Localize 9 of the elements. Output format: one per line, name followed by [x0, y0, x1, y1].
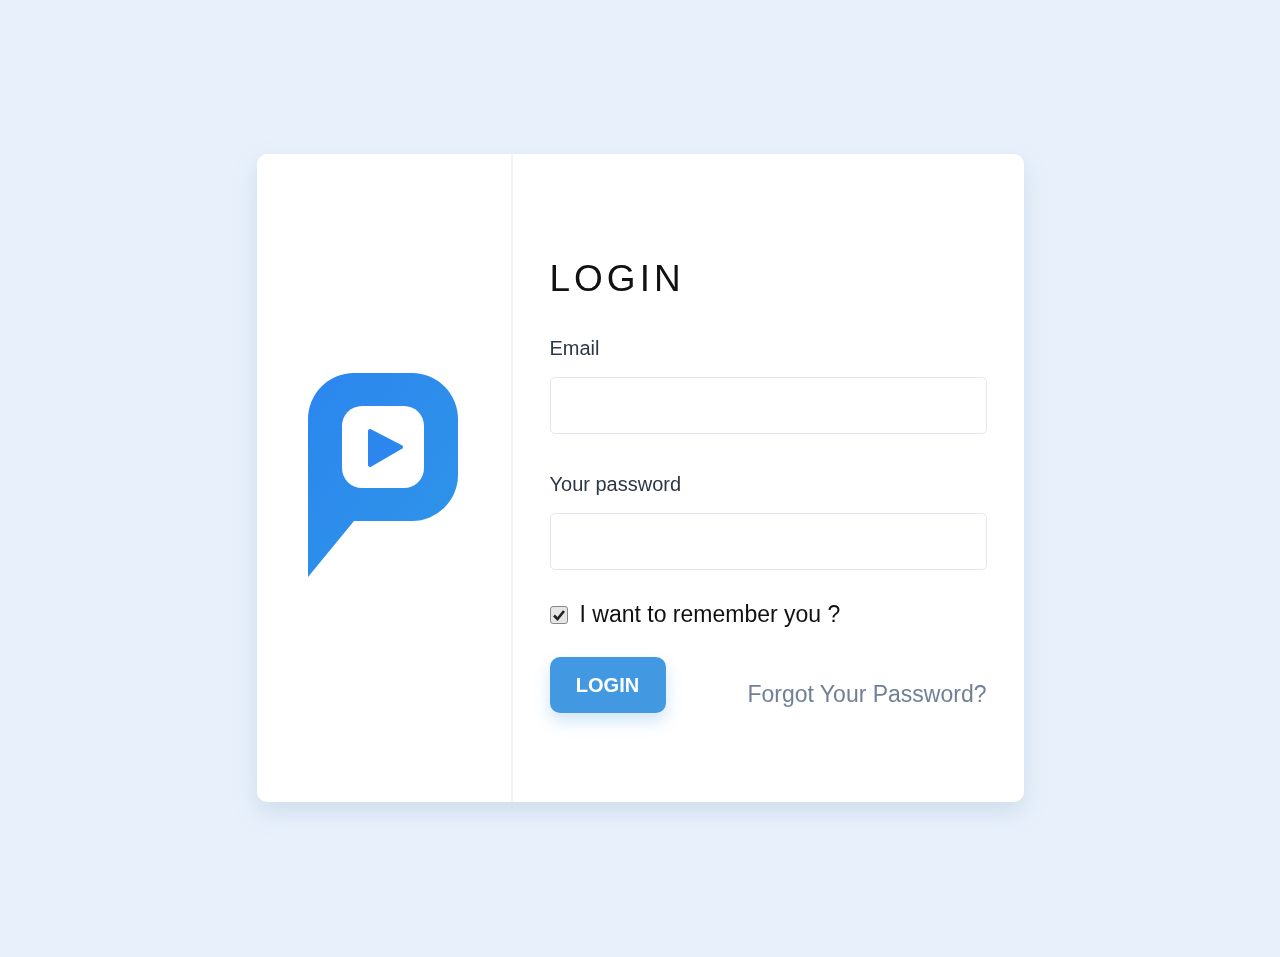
password-field[interactable] [549, 513, 987, 570]
login-title: LOGIN [549, 258, 685, 300]
remember-label: I want to remember you ? [579, 601, 841, 628]
remember-checkbox[interactable] [549, 605, 568, 624]
field-label: Email [549, 336, 600, 360]
field-label: Your password [549, 472, 682, 496]
forgot-password-link[interactable]: Forgot Your Password? [747, 681, 987, 708]
email-field[interactable] [549, 377, 987, 434]
login-button[interactable]: LOGIN [549, 657, 666, 713]
